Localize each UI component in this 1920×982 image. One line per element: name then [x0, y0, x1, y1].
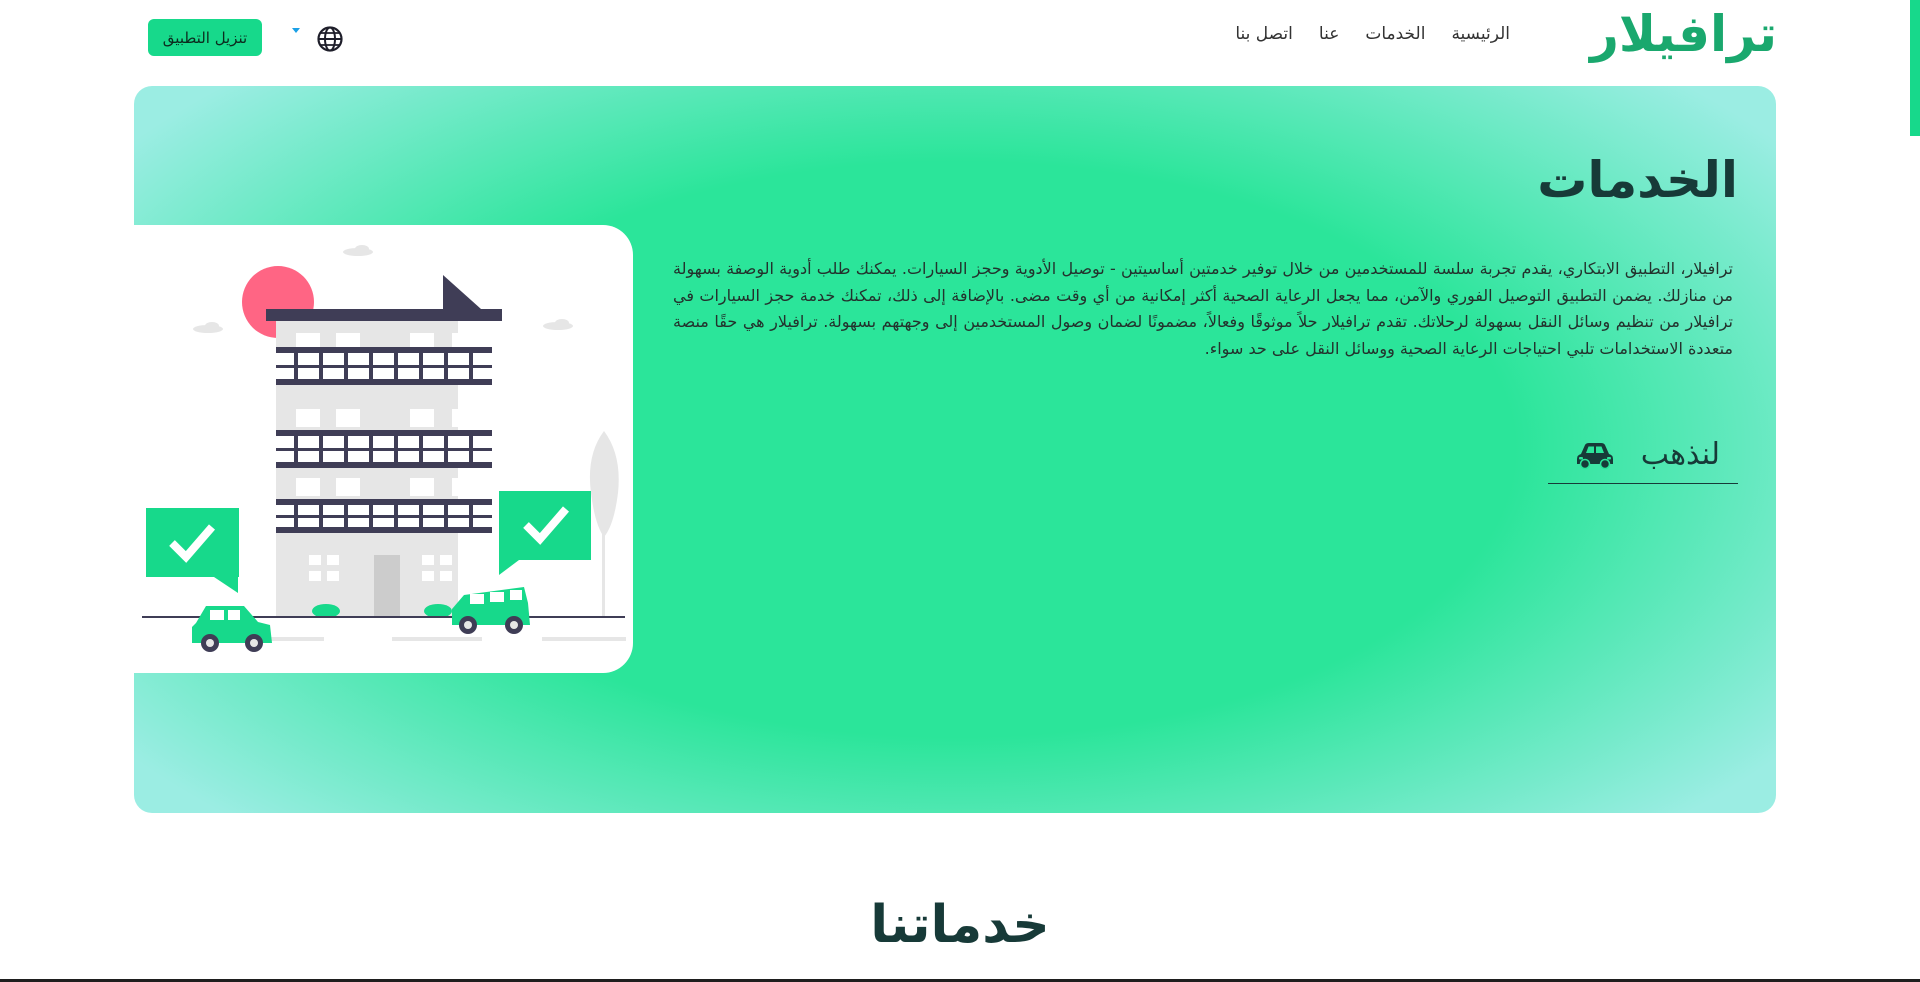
nav-about-link[interactable]: عنا	[1319, 22, 1339, 46]
services-illustration	[134, 225, 633, 673]
top-navbar: ترافيلار الرئيسية الخدمات عنا اتصل بنا ت…	[0, 0, 1920, 80]
main-nav: الرئيسية الخدمات عنا اتصل بنا	[1209, 22, 1510, 46]
lets-go-button[interactable]: لنذهب	[1548, 426, 1738, 484]
hero-title: الخدمات	[1537, 151, 1738, 209]
download-app-button[interactable]: تنزيل التطبيق	[148, 19, 262, 56]
caret-down-icon	[292, 28, 300, 33]
brand-logo[interactable]: ترافيلار	[1590, 4, 1778, 64]
car-icon	[1576, 442, 1613, 469]
building-cars-illustration	[142, 245, 626, 652]
language-switcher[interactable]	[290, 22, 344, 56]
services-hero: الخدمات ترافيلار، التطبيق الابتكاري، يقد…	[134, 86, 1776, 813]
globe-icon	[317, 26, 343, 52]
lets-go-label: لنذهب	[1640, 436, 1720, 472]
nav-contact-link[interactable]: اتصل بنا	[1235, 22, 1293, 46]
nav-home-link[interactable]: الرئيسية	[1451, 22, 1510, 46]
nav-services-link[interactable]: الخدمات	[1365, 22, 1425, 46]
hero-description: ترافيلار، التطبيق الابتكاري، يقدم تجربة …	[673, 259, 1733, 358]
our-services-heading: خدماتنا	[0, 894, 1920, 956]
our-services-title: خدماتنا	[870, 895, 1050, 955]
scroll-accent-bar	[1910, 0, 1920, 136]
